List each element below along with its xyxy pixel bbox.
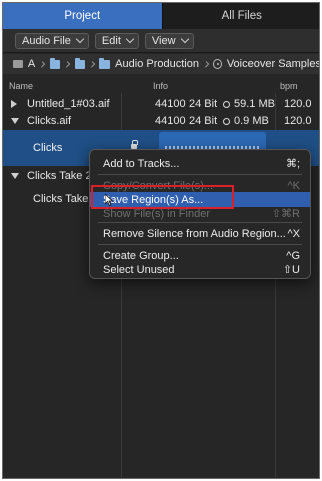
menu-item-label: Copy/Convert File(s)... xyxy=(103,179,214,192)
menu-item-label: Create Group... xyxy=(103,249,179,262)
menu-divider xyxy=(98,174,302,175)
menu-item-shortcut: ^G xyxy=(286,249,300,262)
menu-item-shortcut: ⌘; xyxy=(285,158,300,170)
column-name[interactable]: Name xyxy=(9,81,33,91)
audio-file-menu[interactable]: Audio File xyxy=(15,32,89,49)
browser-tabs: Project All Files xyxy=(3,3,319,29)
separator-icon xyxy=(202,60,210,68)
chevron-down-icon xyxy=(125,34,135,44)
audio-folder-icon xyxy=(213,59,222,69)
chevron-down-icon xyxy=(180,34,189,44)
breadcrumb-folder[interactable]: Audio Production xyxy=(115,58,199,70)
breadcrumb: A Audio Production Voiceover Samples xyxy=(3,54,319,74)
menu-item-shortcut: ^K xyxy=(287,179,301,192)
menu-item-label: Show File(s) in Finder xyxy=(103,207,210,220)
mono-icon xyxy=(223,118,230,125)
menu-item-select-unused[interactable]: Select Unused ⇧U xyxy=(90,262,310,277)
column-info[interactable]: Info xyxy=(153,81,168,91)
bit-depth: 24 Bit xyxy=(189,115,218,127)
menu-item-copy-convert: Copy/Convert File(s)... ^K xyxy=(90,178,310,193)
menu-item-label: Remove Silence from Audio Region... xyxy=(103,227,286,240)
list-item[interactable]: Clicks.aif 44100 24 Bit 0.9 MB 120.0 xyxy=(3,112,319,130)
drive-icon xyxy=(13,60,23,68)
menu-item-create-group[interactable]: Create Group... ^G xyxy=(90,248,310,263)
folder-icon xyxy=(99,57,111,69)
context-menu: Add to Tracks... ⌘; Copy/Convert File(s)… xyxy=(89,149,311,279)
menu-divider xyxy=(98,222,302,223)
browser-toolbar: Audio File Edit View xyxy=(3,29,319,53)
menu-item-label: Select Unused xyxy=(103,263,175,276)
separator-icon xyxy=(39,60,46,68)
bit-depth: 24 Bit xyxy=(189,98,218,110)
file-bpm: 120.0 xyxy=(284,98,312,110)
menu-item-shortcut: ^X xyxy=(287,227,301,240)
chevron-down-icon xyxy=(75,34,85,44)
separator-icon xyxy=(64,60,71,68)
tab-all-files[interactable]: All Files xyxy=(161,3,319,29)
menu-item-remove-silence[interactable]: Remove Silence from Audio Region... ^X xyxy=(90,226,310,241)
menu-item-show-in-finder: Show File(s) in Finder ⇧⌘R xyxy=(90,206,310,221)
disclosure-triangle-icon[interactable] xyxy=(11,118,19,124)
project-browser: Project All Files Audio File Edit View A… xyxy=(2,2,320,479)
region-name[interactable]: Clicks Take xyxy=(33,193,88,205)
menu-divider xyxy=(98,244,302,245)
sample-rate: 44100 xyxy=(155,98,186,110)
menu-item-shortcut: ⇧U xyxy=(282,264,300,276)
audio-file-menu-label: Audio File xyxy=(22,34,71,47)
tab-project[interactable]: Project xyxy=(3,3,162,29)
view-menu-label: View xyxy=(151,34,176,47)
region-name: Clicks xyxy=(33,142,63,154)
edit-menu[interactable]: Edit xyxy=(94,32,139,49)
disclosure-triangle-icon[interactable] xyxy=(11,173,19,179)
mouse-cursor-icon xyxy=(105,194,113,206)
file-size: 59.1 MB xyxy=(234,98,275,110)
list-item[interactable]: Untitled_1#03.aif 44100 24 Bit 59.1 MB 1… xyxy=(3,95,319,113)
file-bpm: 120.0 xyxy=(284,115,312,127)
file-size: 0.9 MB xyxy=(234,115,269,127)
file-name: Untitled_1#03.aif xyxy=(27,98,110,110)
mono-icon xyxy=(223,101,230,108)
folder-icon[interactable] xyxy=(49,57,61,69)
separator-icon xyxy=(89,60,96,68)
file-name: Clicks.aif xyxy=(27,115,72,127)
view-menu[interactable]: View xyxy=(144,32,194,49)
menu-item-shortcut: ⇧⌘R xyxy=(271,208,300,220)
disclosure-triangle-icon[interactable] xyxy=(11,100,17,108)
menu-item-add-to-tracks[interactable]: Add to Tracks... ⌘; xyxy=(90,156,310,171)
breadcrumb-drive[interactable]: A xyxy=(28,58,35,70)
breadcrumb-current[interactable]: Voiceover Samples xyxy=(227,58,319,70)
column-bpm[interactable]: bpm xyxy=(280,81,298,91)
column-headers: Name Info bpm xyxy=(3,81,319,93)
menu-item-save-regions-as[interactable]: Save Region(s) As... xyxy=(90,192,310,207)
menu-item-label: Add to Tracks... xyxy=(103,157,180,170)
folder-icon[interactable] xyxy=(74,57,86,69)
edit-menu-label: Edit xyxy=(101,34,121,47)
sample-rate: 44100 xyxy=(155,115,186,127)
menu-item-label: Save Region(s) As... xyxy=(103,193,204,206)
